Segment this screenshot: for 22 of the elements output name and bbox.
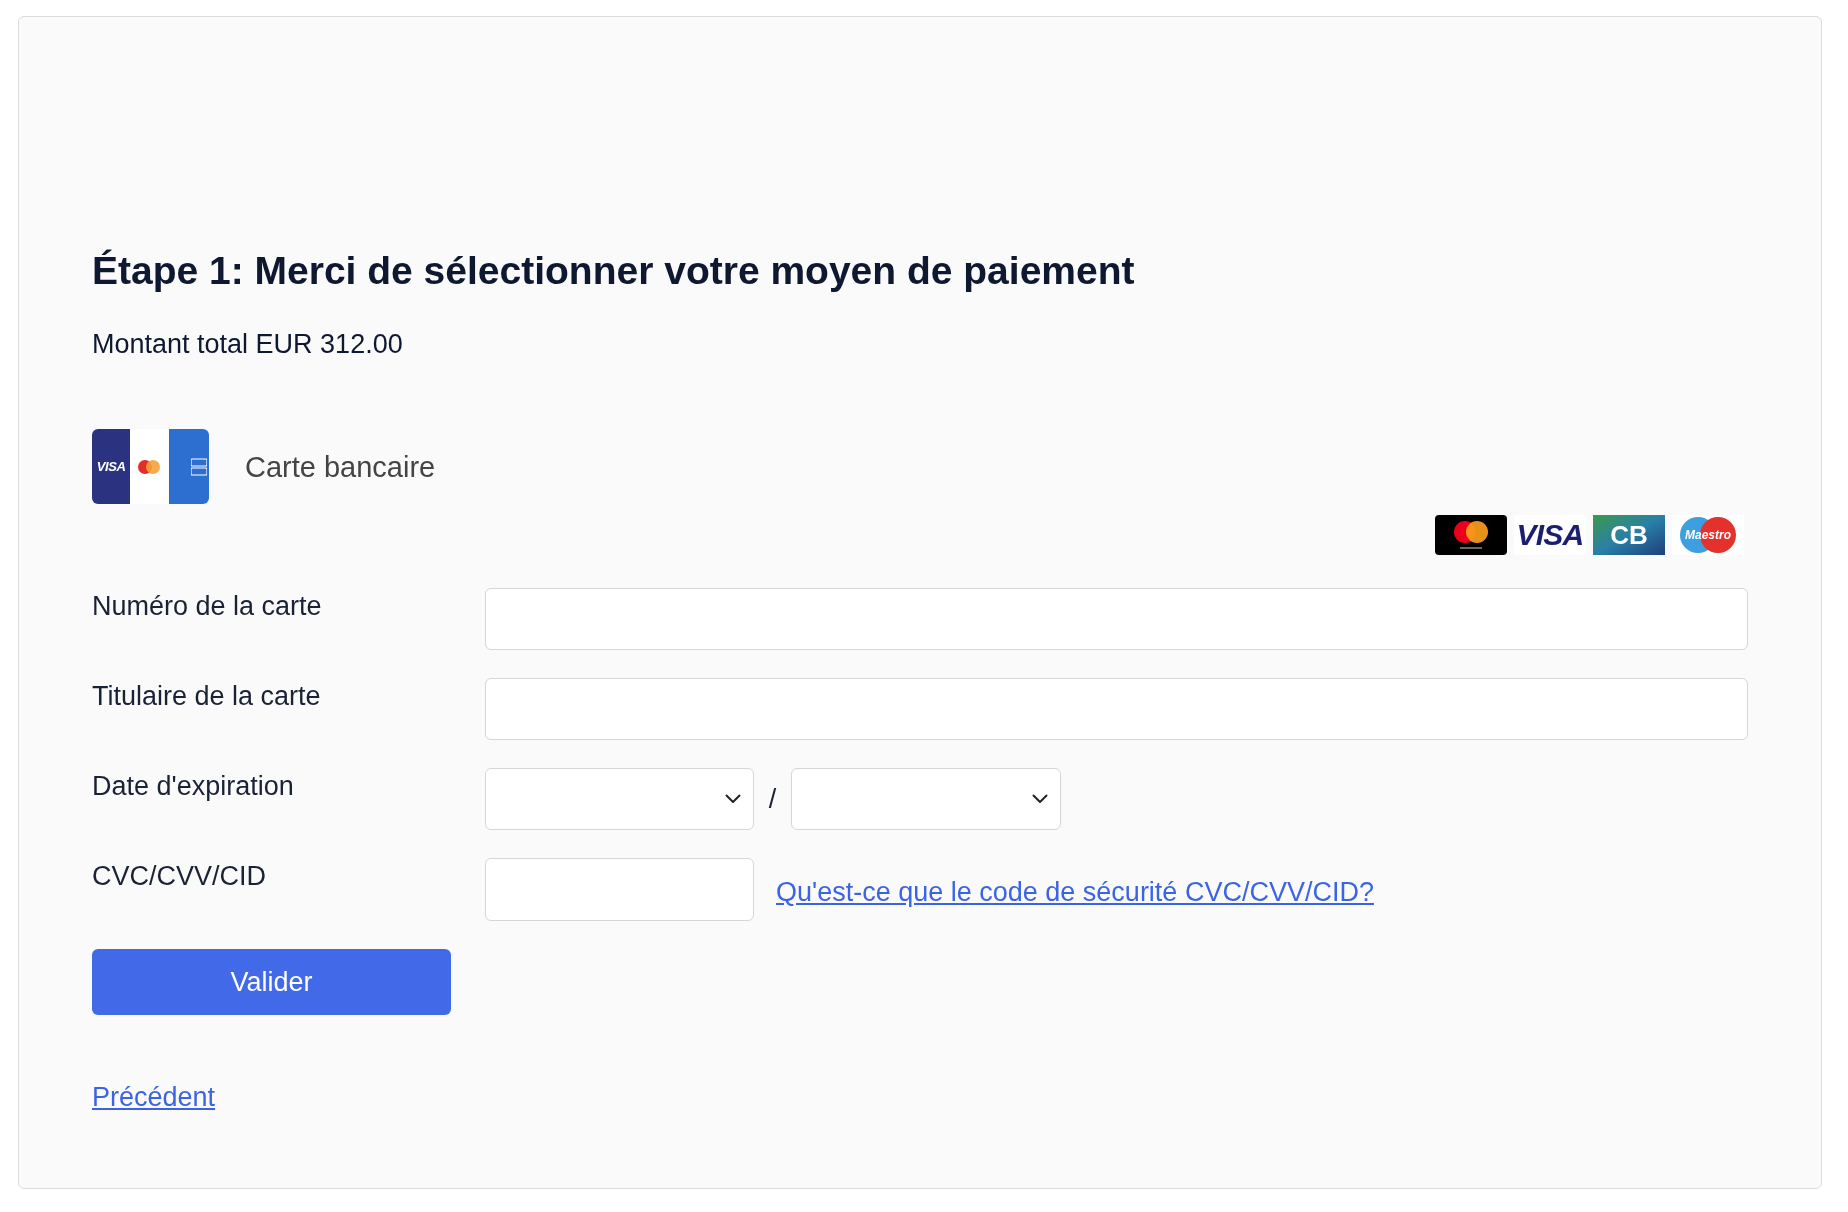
input-field[interactable] bbox=[485, 858, 754, 921]
dropdown-field[interactable] bbox=[791, 768, 1061, 830]
field-label: Date d'expiration bbox=[92, 770, 295, 802]
date-separator: / bbox=[767, 784, 778, 814]
field-label: Titulaire de la carte bbox=[92, 680, 322, 712]
total-amount: Montant total EUR 312.00 bbox=[92, 328, 403, 360]
payment-method-label: Carte bancaire bbox=[245, 449, 436, 484]
help-link[interactable]: Qu'est-ce que le code de sécurité CVC/CVV/CID? bbox=[776, 875, 1374, 908]
submit-button[interactable]: Valider bbox=[92, 949, 451, 1015]
field-label: Numéro de la carte bbox=[92, 590, 323, 622]
back-link[interactable]: Précédent bbox=[92, 1082, 216, 1112]
field-label: CVC/CVV/CID bbox=[92, 860, 268, 892]
visa-logo: VISA bbox=[1514, 515, 1586, 555]
overlapping-circles-icon bbox=[1435, 515, 1507, 555]
chevron-down-icon bbox=[1032, 794, 1048, 804]
input-field[interactable] bbox=[485, 678, 1748, 740]
card-brands-logo: VISA bbox=[92, 429, 209, 504]
cb-logo: CB bbox=[1593, 515, 1665, 555]
dropdown-field[interactable] bbox=[485, 768, 754, 830]
page-heading: Étape 1: Merci de sélectionner votre moyen de paiement bbox=[92, 248, 1135, 294]
input-field[interactable] bbox=[485, 588, 1748, 650]
chevron-down-icon bbox=[725, 794, 741, 804]
